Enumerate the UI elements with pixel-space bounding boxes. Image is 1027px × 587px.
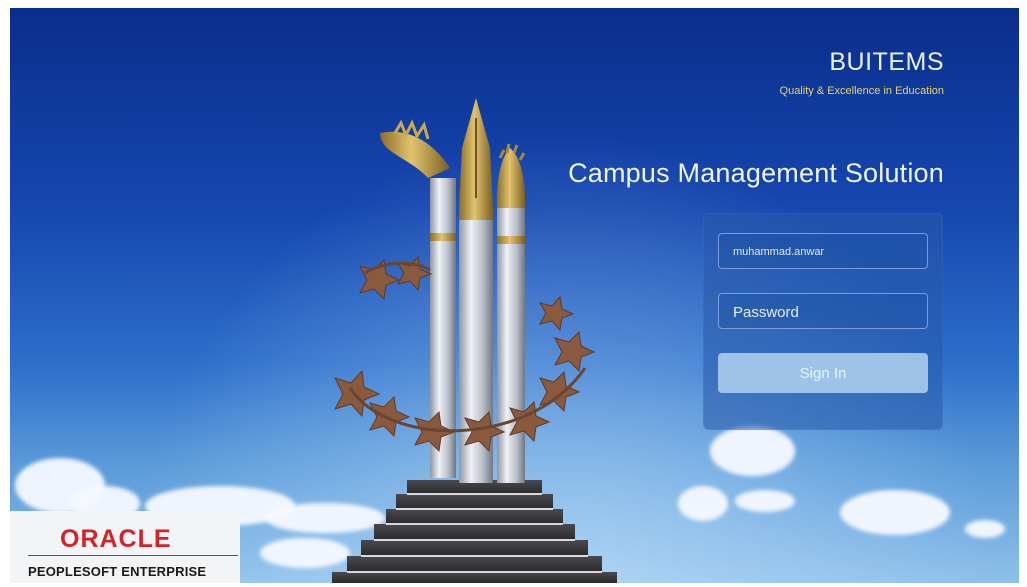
sign-in-button[interactable]: Sign In [718, 353, 928, 393]
brand-name: BUITEMS [829, 48, 944, 76]
login-card: Sign In [703, 213, 943, 430]
password-input[interactable] [731, 294, 919, 330]
username-field[interactable] [718, 233, 928, 270]
brand-block: BUITEMS Quality & Excellence in Educatio… [780, 48, 944, 97]
vendor-branding: ORACLE PEOPLESOFT ENTERPRISE [10, 511, 240, 583]
password-field[interactable] [718, 293, 928, 330]
divider [28, 555, 238, 556]
oracle-logo: ORACLE [60, 525, 172, 553]
login-page: BUITEMS Quality & Excellence in Educatio… [10, 8, 1019, 583]
product-label: PEOPLESOFT ENTERPRISE [28, 564, 207, 579]
username-input[interactable] [731, 234, 919, 270]
app-title: Campus Management Solution [568, 158, 944, 188]
brand-tagline: Quality & Excellence in Education [779, 85, 944, 97]
